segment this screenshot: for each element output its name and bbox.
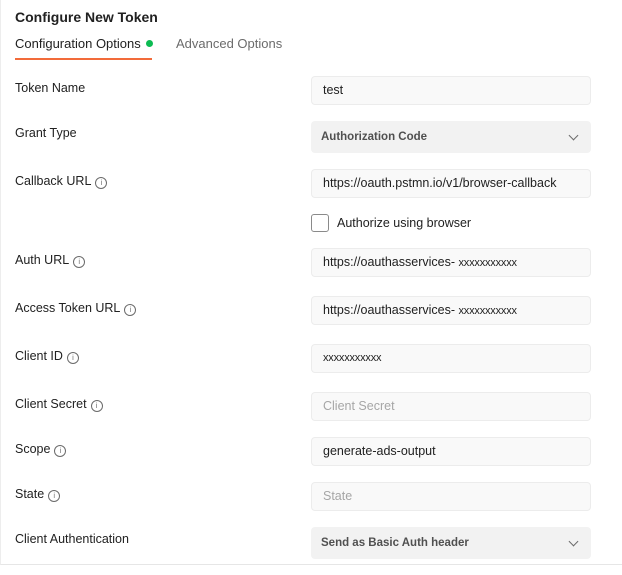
tab-label: Configuration Options: [15, 36, 141, 51]
grant-type-label: Grant Type: [15, 126, 77, 140]
url-masked: xxxxxxxxxxx: [458, 305, 518, 317]
state-label: State i: [15, 487, 61, 502]
state-input[interactable]: State: [311, 482, 591, 511]
grant-type-value: Authorization Code: [321, 131, 428, 143]
callback-url-label: Callback URL i: [15, 174, 108, 189]
chevron-down-icon: [568, 536, 579, 547]
auth-url-label: Auth URL i: [15, 253, 86, 268]
callback-url-input[interactable]: https://oauth.pstmn.io/v1/browser-callba…: [311, 169, 591, 198]
url-prefix: https://oauthasservices-: [323, 255, 456, 269]
tab-advanced-options[interactable]: Advanced Options: [176, 36, 282, 51]
token-name-label: Token Name: [15, 81, 85, 95]
label-text: Token Name: [15, 81, 86, 95]
client-secret-label: Client Secret i: [15, 397, 103, 412]
scope-label: Scope i: [15, 442, 67, 457]
client-secret-input[interactable]: Client Secret: [311, 392, 591, 421]
authorize-browser-checkbox[interactable]: [311, 214, 329, 232]
info-icon[interactable]: i: [73, 256, 86, 268]
tab-configuration-options[interactable]: Configuration Options: [15, 36, 153, 60]
url-prefix: https://oauthasservices-: [323, 303, 456, 317]
auth-url-input[interactable]: https://oauthasservices- xxxxxxxxxxx: [311, 248, 591, 277]
label-text: Callback URL: [15, 174, 92, 188]
info-icon[interactable]: i: [54, 445, 67, 457]
client-authentication-select[interactable]: Send as Basic Auth header: [311, 527, 591, 559]
info-icon[interactable]: i: [95, 177, 108, 189]
chevron-down-icon: [568, 130, 579, 141]
label-text: State: [15, 487, 45, 501]
token-name-input[interactable]: test: [311, 76, 591, 105]
label-text: Scope: [15, 442, 51, 456]
scope-input[interactable]: generate-ads-output: [311, 437, 591, 466]
authorize-browser-label[interactable]: Authorize using browser: [337, 216, 471, 230]
info-icon[interactable]: i: [124, 304, 137, 316]
url-masked: xxxxxxxxxxx: [458, 257, 518, 269]
client-id-label: Client ID i: [15, 349, 79, 364]
info-icon[interactable]: i: [48, 490, 61, 502]
access-token-url-label: Access Token URL i: [15, 301, 137, 316]
info-icon[interactable]: i: [66, 352, 79, 364]
label-text: Auth URL: [15, 253, 70, 267]
configure-token-panel: Configure New Token Configuration Option…: [0, 0, 622, 565]
access-token-url-input[interactable]: https://oauthasservices- xxxxxxxxxxx: [311, 296, 591, 325]
label-text: Client Secret: [15, 397, 87, 411]
client-authentication-value: Send as Basic Auth header: [321, 537, 469, 549]
client-authentication-label: Client Authentication: [15, 532, 129, 546]
info-icon[interactable]: i: [90, 400, 103, 412]
grant-type-select[interactable]: Authorization Code: [311, 121, 591, 153]
status-dot: [145, 40, 153, 47]
page-title: Configure New Token: [15, 9, 158, 25]
label-text: Client Authentication: [15, 532, 129, 546]
label-text: Access Token URL: [15, 301, 121, 315]
active-tab-indicator: [15, 58, 152, 60]
label-text: Grant Type: [15, 126, 77, 140]
client-id-input[interactable]: xxxxxxxxxxx: [311, 344, 591, 373]
label-text: Client ID: [15, 349, 63, 363]
